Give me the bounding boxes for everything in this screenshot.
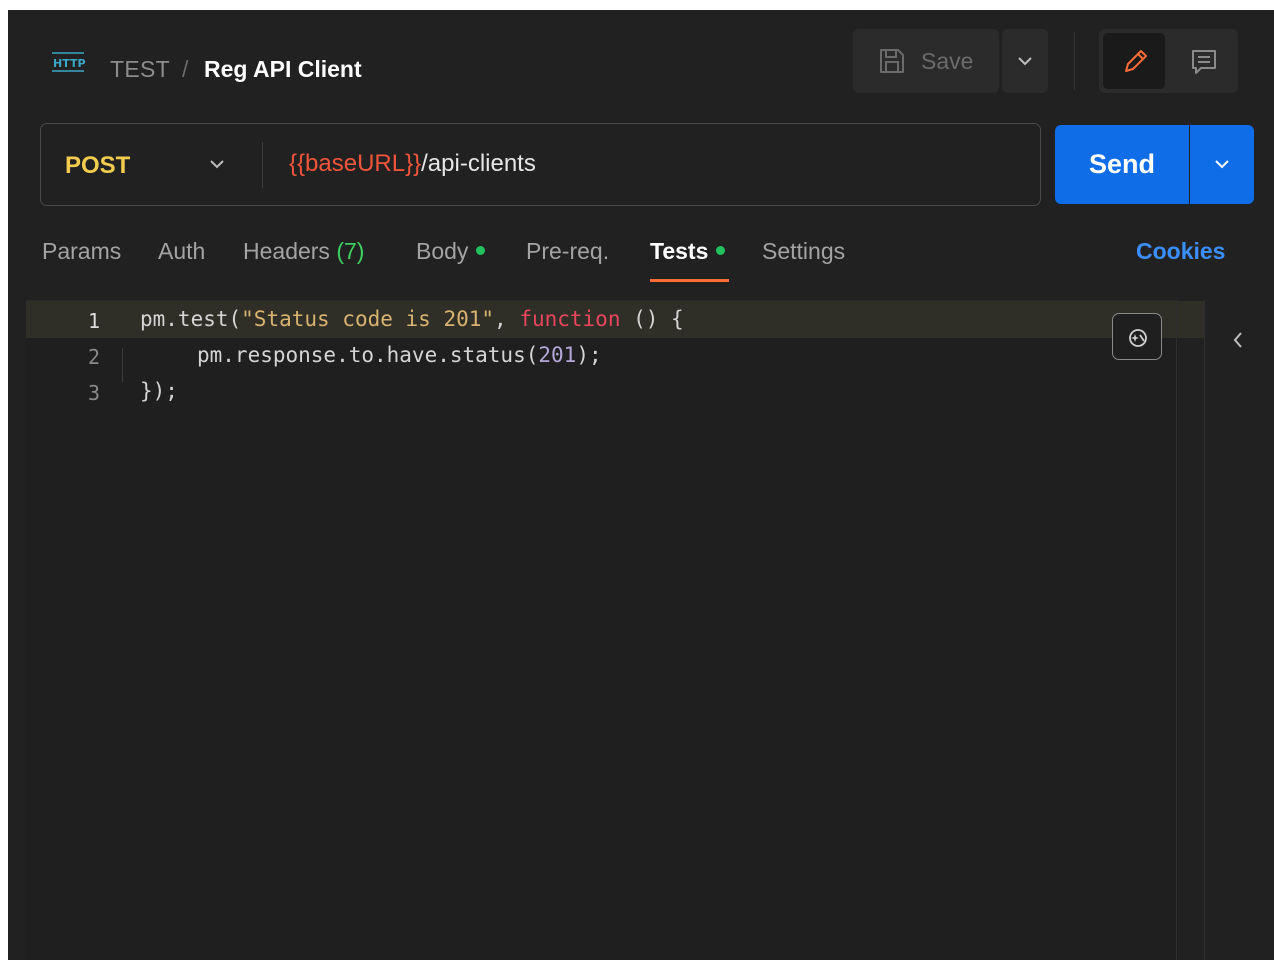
chevron-left-icon[interactable]: [1228, 328, 1248, 352]
body-status-dot: [476, 246, 486, 256]
save-button[interactable]: Save: [853, 29, 999, 93]
url-input[interactable]: {{baseURL}}/api-clients: [289, 150, 536, 178]
svg-text:HTTP: HTTP: [53, 57, 86, 70]
code-line-2: pm.response.to.have.status(201);: [197, 343, 602, 367]
tab-params[interactable]: Params: [42, 238, 121, 265]
request-title[interactable]: Reg API Client: [204, 56, 362, 83]
cookies-link[interactable]: Cookies: [1136, 238, 1225, 265]
editor-scrollbar-track[interactable]: [1176, 301, 1177, 960]
chevron-down-icon[interactable]: [207, 156, 227, 172]
send-options-button[interactable]: [1190, 125, 1254, 204]
request-editor-panel: HTTP TEST / Reg API Client Save POST {{b…: [8, 10, 1274, 960]
indent-guide: [122, 348, 123, 382]
code-editor[interactable]: [26, 300, 1204, 960]
tab-body-label: Body: [416, 238, 469, 264]
tab-tests[interactable]: Tests: [650, 238, 726, 265]
send-label: Send: [1088, 149, 1155, 179]
chevron-down-icon: [1215, 160, 1229, 169]
chevron-down-icon: [1018, 57, 1032, 66]
active-tab-indicator: [650, 279, 729, 282]
tab-headers[interactable]: Headers (7): [243, 238, 364, 265]
request-url-bar: POST {{baseURL}}/api-clients: [40, 123, 1041, 206]
method-divider: [262, 142, 263, 188]
tab-auth[interactable]: Auth: [158, 238, 205, 265]
documentation-button[interactable]: [1173, 33, 1233, 89]
tab-headers-label: Headers: [243, 238, 330, 264]
tab-prereq[interactable]: Pre-req.: [526, 238, 609, 265]
panel-divider: [1204, 300, 1205, 960]
tab-body[interactable]: Body: [416, 238, 486, 265]
method-select[interactable]: POST: [65, 152, 130, 180]
header-divider: [1074, 32, 1075, 90]
ai-assist-button[interactable]: [1112, 313, 1162, 360]
headers-count-badge: (7): [336, 238, 365, 264]
edit-mode-button[interactable]: [1103, 33, 1165, 89]
breadcrumb-collection[interactable]: TEST: [110, 56, 170, 83]
save-label: Save: [921, 48, 974, 74]
line-number: 1: [87, 309, 100, 333]
comment-icon: [1192, 50, 1216, 74]
breadcrumb-separator: /: [182, 56, 189, 82]
tests-status-dot: [716, 246, 726, 256]
view-mode-toggle: [1099, 29, 1238, 93]
tab-settings[interactable]: Settings: [762, 238, 845, 265]
line-number: 2: [87, 345, 100, 369]
sparkle-icon: [1129, 329, 1147, 347]
save-options-button[interactable]: [1002, 29, 1048, 93]
pencil-icon: [1125, 50, 1147, 72]
code-line-1: pm.test("Status code is 201", function (…: [140, 307, 684, 331]
save-icon: [880, 49, 904, 73]
http-icon: HTTP: [50, 51, 86, 73]
code-line-3: });: [140, 379, 178, 403]
send-button[interactable]: Send: [1055, 125, 1189, 204]
url-variable: {{baseURL}}: [289, 150, 422, 177]
url-path: /api-clients: [421, 150, 536, 177]
tab-tests-label: Tests: [650, 238, 709, 264]
line-number: 3: [87, 381, 100, 405]
